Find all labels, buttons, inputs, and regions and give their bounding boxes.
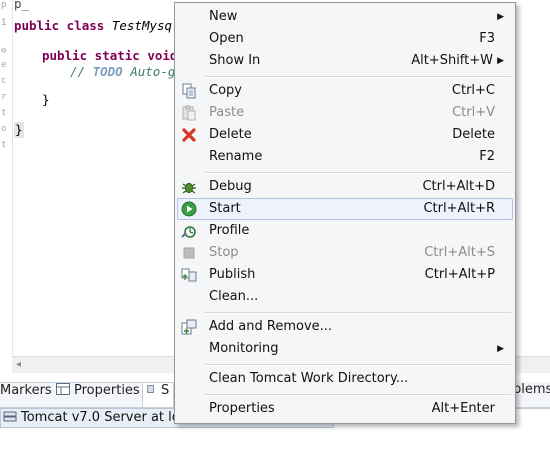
menu-separator: [205, 312, 511, 314]
menu-item-stop[interactable]: Stop Ctrl+Alt+S: [177, 242, 513, 264]
menu-item-copy[interactable]: Copy Ctrl+C: [177, 80, 513, 102]
stop-icon: [183, 247, 195, 259]
paste-icon: [182, 105, 196, 121]
method-keyword: public static void: [42, 48, 178, 63]
menu-item-clean-tomcat-work-directory[interactable]: Clean Tomcat Work Directory...: [177, 368, 513, 390]
menu-item-label: Properties: [209, 401, 275, 416]
menu-separator: [205, 364, 511, 366]
menu-separator: [205, 76, 511, 78]
tab-markers-label: Markers: [0, 383, 52, 398]
menu-item-properties[interactable]: Properties Alt+Enter: [177, 398, 513, 420]
menu-item-shortcut: F3: [479, 31, 495, 46]
start-icon: [181, 201, 197, 217]
fold-marker: o: [1, 124, 7, 134]
fold-marker: c: [1, 76, 7, 86]
scroll-left-icon[interactable]: ◂: [16, 359, 21, 370]
menu-item-open[interactable]: Open F3: [177, 28, 513, 50]
menu-item-shortcut: Delete: [452, 127, 495, 142]
menu-item-label: Open: [209, 31, 244, 46]
tab-markers[interactable]: Markers: [0, 383, 52, 407]
menu-separator: [205, 172, 511, 174]
tab-properties[interactable]: Properties: [56, 383, 140, 407]
menu-item-label: Stop: [209, 245, 239, 260]
menu-item-delete[interactable]: Delete Delete: [177, 124, 513, 146]
submenu-arrow-icon: ▶: [497, 344, 504, 354]
fold-marker: p: [1, 0, 7, 10]
add-remove-icon: [181, 319, 197, 335]
menu-item-add-and-remove[interactable]: Add and Remove...: [177, 316, 513, 338]
menu-item-shortcut: Ctrl+V: [452, 105, 495, 120]
code-line-comment: // TODO Auto-ge: [70, 64, 183, 79]
menu-item-label: Paste: [209, 105, 245, 120]
profile-icon: [181, 226, 196, 238]
menu-item-label: New: [209, 9, 238, 24]
publish-icon: [181, 268, 197, 282]
menu-item-rename[interactable]: Rename F2: [177, 146, 513, 168]
menu-item-debug[interactable]: Debug Ctrl+Alt+D: [177, 176, 513, 198]
menu-item-label: Start: [209, 201, 241, 216]
menu-item-label: Delete: [209, 127, 252, 142]
menu-item-label: Debug: [209, 179, 252, 194]
menu-item-shortcut: F2: [479, 149, 495, 164]
menu-item-shortcut: Alt+Shift+W: [411, 53, 493, 68]
class-name: TestMysql: [111, 18, 180, 33]
context-menu: New ▶ Open F3 Show In Alt+Shift+W ▶ Copy…: [174, 2, 516, 424]
code-line-brace: }: [42, 92, 50, 107]
fold-marker: t: [1, 140, 7, 150]
submenu-arrow-icon: ▶: [497, 56, 504, 66]
code-line-brace-close: }: [14, 122, 24, 138]
menu-item-profile[interactable]: Profile: [177, 220, 513, 242]
submenu-arrow-icon: ▶: [497, 12, 504, 22]
servers-panel-body: [0, 428, 550, 457]
fold-marker: ⊖: [1, 46, 7, 56]
fold-marker: t: [1, 108, 7, 118]
properties-icon: [56, 383, 70, 395]
menu-item-paste[interactable]: Paste Ctrl+V: [177, 102, 513, 124]
debug-icon: [182, 182, 196, 194]
menu-item-start[interactable]: Start Ctrl+Alt+R: [177, 198, 513, 220]
menu-item-label: Copy: [209, 83, 242, 98]
menu-item-shortcut: Ctrl+C: [451, 83, 495, 98]
menu-item-publish[interactable]: Publish Ctrl+Alt+P: [177, 264, 513, 286]
menu-item-label: Profile: [209, 223, 250, 238]
tab-properties-label: Properties: [74, 383, 140, 398]
menu-item-label: Publish: [209, 267, 256, 282]
menu-item-shortcut: Ctrl+Alt+D: [422, 179, 495, 194]
menu-item-label: Clean Tomcat Work Directory...: [209, 371, 409, 386]
menu-item-label: Add and Remove...: [209, 319, 333, 334]
code-line-class: public class TestMysql: [14, 18, 180, 34]
menu-item-shortcut: Ctrl+Alt+S: [424, 245, 495, 260]
todo-tag: TODO: [92, 64, 123, 79]
tab-servers-label: S: [161, 383, 170, 398]
server-icon: [3, 411, 17, 422]
menu-item-label: Monitoring: [209, 341, 279, 356]
servers-icon: [147, 385, 154, 393]
menu-item-label: Rename: [209, 149, 263, 164]
menu-item-show-in[interactable]: Show In Alt+Shift+W ▶: [177, 50, 513, 72]
menu-item-new[interactable]: New ▶: [177, 6, 513, 28]
delete-icon: [182, 128, 196, 142]
menu-item-clean[interactable]: Clean...: [177, 286, 513, 308]
menu-separator: [205, 394, 511, 396]
problems-panel: [513, 408, 550, 429]
code-line-partial: p_: [14, 0, 30, 11]
editor-gutter: p 1 ⊖ e c r t o t: [0, 0, 13, 372]
copy-icon: [182, 83, 196, 99]
fold-marker: 1: [1, 18, 7, 28]
tab-servers[interactable]: S: [142, 383, 175, 407]
tab-problems-label: blems: [513, 382, 550, 397]
menu-item-shortcut: Ctrl+Alt+R: [423, 201, 495, 216]
fold-marker: e: [1, 60, 7, 70]
menu-item-shortcut: Ctrl+Alt+P: [424, 267, 495, 282]
menu-item-label: Clean...: [209, 289, 259, 304]
menu-item-monitoring[interactable]: Monitoring ▶: [177, 338, 513, 360]
class-keyword: public class: [14, 18, 112, 33]
code-line-method: public static void: [42, 48, 177, 64]
menu-item-label: Show In: [209, 53, 261, 68]
server-name: Tomcat v7.0 Server at loca: [21, 410, 195, 425]
tab-problems[interactable]: blems: [513, 382, 550, 406]
menu-item-shortcut: Alt+Enter: [431, 401, 495, 416]
fold-marker: r: [1, 92, 7, 102]
